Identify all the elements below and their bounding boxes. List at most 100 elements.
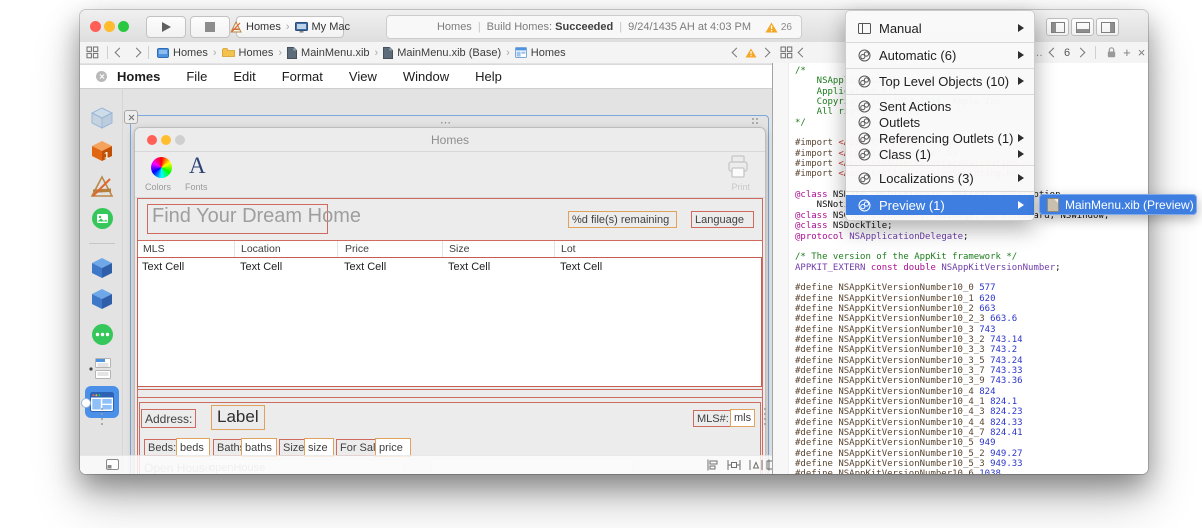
design-window[interactable]: Homes Colors A Fonts Print Find Your Dre… (134, 127, 766, 474)
column-header[interactable]: Size (449, 243, 469, 255)
files-remaining-label[interactable]: %d file(s) remaining (568, 211, 677, 228)
forward-icon[interactable] (131, 47, 142, 58)
column-header[interactable]: Lot (561, 243, 576, 255)
breadcrumb-project[interactable]: Homes (173, 47, 208, 59)
counterparts-icon (858, 172, 871, 184)
warning-badge[interactable]: 26 (765, 22, 792, 33)
code-line: /* The version of the AppKit framework *… (795, 252, 1018, 263)
column-header[interactable]: Price (345, 243, 369, 255)
table-cell[interactable]: Text Cell (448, 261, 490, 273)
show-navigator-button[interactable] (1046, 18, 1069, 36)
application-object[interactable] (87, 173, 117, 201)
menu-item-file[interactable]: File (186, 69, 207, 84)
table-cell[interactable]: Text Cell (560, 261, 602, 273)
document-outline-toggle-button[interactable] (106, 459, 119, 470)
fonts-icon[interactable]: A (189, 153, 206, 179)
table-header[interactable]: MLS Location Price Size Lot (137, 240, 763, 258)
breadcrumb-group[interactable]: Homes (239, 47, 274, 59)
resolve-auto-layout-button[interactable] (749, 459, 763, 471)
canvas-resize-handle[interactable] (764, 408, 766, 425)
frame-handle-icon[interactable] (752, 118, 758, 124)
menubar-close-icon[interactable] (96, 71, 107, 82)
run-button[interactable] (146, 16, 186, 38)
back-icon[interactable] (797, 47, 808, 58)
back-icon[interactable] (114, 47, 125, 58)
column-header[interactable]: Location (241, 243, 281, 255)
counterparts-icon (858, 132, 871, 144)
breadcrumb-file-base[interactable]: MainMenu.xib (Base) (397, 47, 501, 59)
table-cell[interactable]: Text Cell (142, 261, 184, 273)
menu-item-help[interactable]: Help (475, 69, 502, 84)
menu-item-manual[interactable]: Manual (846, 17, 1034, 39)
preview-submenu-item[interactable]: MainMenu.xib (Preview) (1039, 194, 1197, 215)
next-counterpart-icon[interactable] (1075, 47, 1086, 58)
menu-item-preview[interactable]: Preview (1) (846, 195, 1034, 215)
close-editor-icon[interactable]: × (1138, 45, 1146, 60)
menu-item-top-level-objects[interactable]: Top Level Objects (10) (846, 70, 1034, 92)
menu-item-localizations[interactable]: Localizations (3) (846, 168, 1034, 188)
play-icon (161, 22, 171, 32)
breadcrumb-file[interactable]: MainMenu.xib (301, 47, 369, 59)
scheme-selector[interactable]: Homes › My Mac (230, 16, 350, 38)
first-responder-object[interactable]: 1 (87, 137, 117, 165)
menu-item-view[interactable]: View (349, 69, 377, 84)
custom-object-1[interactable] (87, 254, 117, 282)
design-window-toolbar[interactable]: Colors A Fonts Print (135, 151, 765, 198)
interface-builder-canvas[interactable]: Homes File Edit Format View Window Help … (80, 63, 772, 474)
table-cell[interactable]: Text Cell (344, 261, 386, 273)
show-utilities-button[interactable] (1096, 18, 1119, 36)
popup-menu-object[interactable] (87, 320, 117, 348)
show-debug-area-button[interactable] (1071, 18, 1094, 36)
mls-label[interactable]: MLS#: (693, 410, 733, 427)
connection-well-icon[interactable] (81, 398, 91, 408)
main-menu-object[interactable] (87, 355, 117, 383)
font-manager-object[interactable] (87, 204, 117, 232)
related-items-icon[interactable] (780, 46, 793, 59)
address-label[interactable]: Address: (141, 409, 197, 428)
address-value-label[interactable]: Label (211, 405, 265, 430)
colors-icon[interactable] (151, 157, 172, 178)
canvas-resize-handle[interactable] (101, 408, 103, 425)
next-issue-icon[interactable] (760, 47, 771, 58)
beds-label-text: Beds: (148, 441, 177, 454)
menu-item-format[interactable]: Format (282, 69, 323, 84)
menu-item-class[interactable]: Class (1) (846, 146, 1034, 162)
status-separator: | (477, 21, 481, 33)
menu-item-automatic[interactable]: Automatic (6) (846, 44, 1034, 66)
beds-label[interactable]: Beds: (144, 439, 181, 456)
previous-issue-icon[interactable] (731, 47, 742, 58)
pin-button[interactable] (727, 459, 741, 471)
minimize-traffic-light[interactable] (104, 21, 115, 32)
chevron-separator-icon: › (212, 46, 217, 59)
frame-close-button[interactable] (124, 110, 138, 124)
divider (148, 46, 149, 59)
menu-item-edit[interactable]: Edit (233, 69, 255, 84)
breadcrumb-object[interactable]: Homes (531, 47, 566, 59)
align-button[interactable] (706, 459, 719, 471)
table-body[interactable]: Text Cell Text Cell Text Cell Text Cell … (137, 257, 762, 387)
headline-label[interactable]: Find Your Dream Home (147, 204, 361, 234)
menu-item-referencing-outlets[interactable]: Referencing Outlets (1) (846, 130, 1034, 146)
related-items-icon[interactable] (86, 46, 99, 59)
menu-item-sent-actions[interactable]: Sent Actions (846, 98, 1034, 114)
previous-counterpart-icon[interactable] (1048, 47, 1059, 58)
custom-object-2[interactable] (87, 285, 117, 313)
language-button[interactable]: Language (691, 211, 754, 228)
lock-icon[interactable] (1107, 47, 1116, 58)
menu-item-app[interactable]: Homes (117, 69, 160, 84)
add-editor-icon[interactable]: + (1123, 45, 1131, 60)
ib-menu-bar[interactable]: Homes File Edit Format View Window Help (80, 64, 772, 89)
project-icon (157, 47, 169, 58)
table-cell[interactable]: Text Cell (240, 261, 282, 273)
close-traffic-light[interactable] (90, 21, 101, 32)
design-window-titlebar[interactable]: Homes (135, 128, 765, 152)
menu-item-window[interactable]: Window (403, 69, 449, 84)
mls-field[interactable]: mls (730, 409, 756, 427)
files-owner-object[interactable] (87, 104, 117, 132)
code-line: #define NSAppKitVersionNumber10_3_3 743.… (795, 345, 1018, 356)
zoom-traffic-light[interactable] (118, 21, 129, 32)
menu-item-outlets[interactable]: Outlets (846, 114, 1034, 130)
print-icon[interactable] (725, 154, 751, 180)
column-header[interactable]: MLS (143, 243, 165, 255)
stop-button[interactable] (190, 16, 230, 38)
